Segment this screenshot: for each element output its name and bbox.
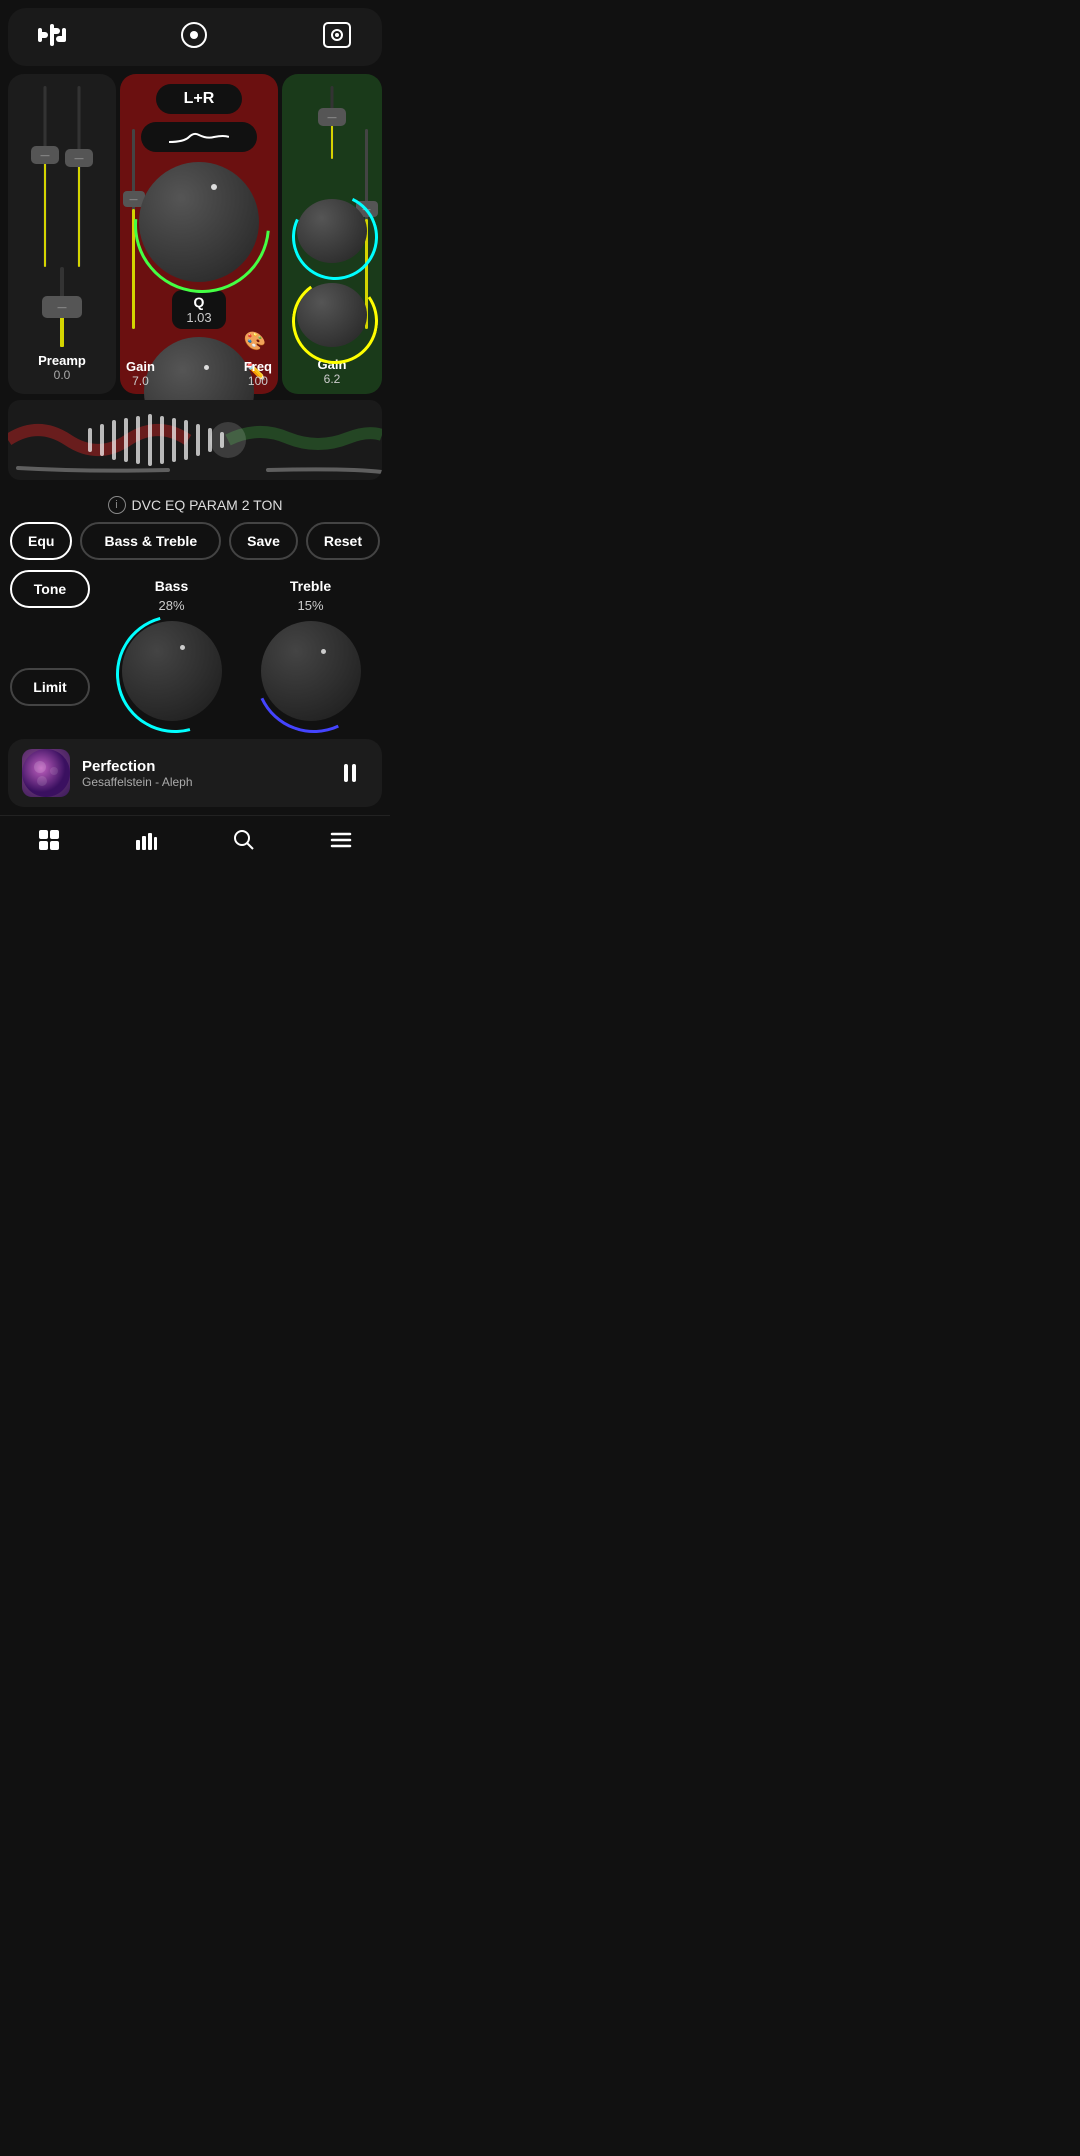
right-fader-main[interactable] [318,86,346,159]
right-eq-panel: Gain 6.2 [282,74,382,394]
eq-section: Preamp 0.0 L+R Q 1.03 [8,74,382,394]
treble-label: Treble [290,578,331,594]
now-playing: Perfection Gesaffelstein - Aleph [8,739,382,807]
q-label: Q [186,294,211,310]
tone-section: Tone Limit Bass 28% Treble 15% [0,570,390,731]
tone-knobs-row: Bass 28% Treble 15% [102,570,380,721]
button-row: Equ Bass & Treble Save Reset [0,522,390,570]
surround-icon[interactable] [322,21,352,54]
save-button[interactable]: Save [229,522,298,560]
right-knob-top[interactable] [297,199,367,263]
track-title: Perfection [82,758,320,775]
preamp-fader-left[interactable] [31,86,59,267]
mixer-icon[interactable] [38,24,66,51]
gain-value: 7.0 [126,374,155,388]
bass-treble-button[interactable]: Bass & Treble [80,522,221,560]
preamp-label: Preamp [38,353,86,368]
pause-button[interactable] [332,755,368,791]
preamp-value: 0.0 [38,368,86,382]
preamp-fader-right[interactable] [65,86,93,267]
center-eq-panel: L+R Q 1.03 🎨 ✏️ Gain [120,74,278,394]
bass-knob-dot [180,645,185,650]
q-value: 1.03 [186,310,211,325]
gain-knob[interactable] [139,162,259,282]
preset-name-text: DVC EQ PARAM 2 TON [132,497,283,513]
info-icon[interactable]: i [108,496,126,514]
side-buttons: Tone Limit [10,570,90,706]
album-art [22,749,70,797]
equ-button[interactable]: Equ [10,522,72,560]
gain-knob-container [139,162,259,282]
nav-menu[interactable] [329,828,353,852]
curve-button[interactable] [141,122,257,152]
track-artist: Gesaffelstein - Aleph [82,775,320,789]
pause-icon [344,764,356,782]
nav-grid[interactable] [37,828,61,852]
gain-knob-dot [211,184,217,190]
waveform-bar[interactable] [8,400,382,480]
track-info: Perfection Gesaffelstein - Aleph [82,758,320,789]
gain-label: Gain [126,359,155,374]
record-icon[interactable] [180,21,208,54]
waveform-canvas [8,400,382,480]
right-gain-value: 6.2 [318,372,347,386]
tone-button[interactable]: Tone [10,570,90,608]
nav-chart[interactable] [134,828,158,852]
treble-value: 15% [297,598,323,613]
reset-button[interactable]: Reset [306,522,380,560]
preamp-label-area: Preamp 0.0 [38,353,86,386]
q-badge: Q 1.03 [172,290,225,329]
nav-search[interactable] [232,828,256,852]
freq-label: Freq [244,359,272,374]
preamp-main-fader[interactable] [40,267,84,347]
gain-label-group: Gain 7.0 [126,359,155,388]
top-bar [8,8,382,66]
bottom-nav [0,815,390,868]
limit-button[interactable]: Limit [10,668,90,706]
bass-knob[interactable] [122,621,222,721]
bass-label: Bass [155,578,188,594]
bass-value: 28% [158,598,184,613]
right-knob-bottom[interactable] [297,283,367,347]
freq-label-group: Freq 100 [244,359,272,388]
preamp-panel: Preamp 0.0 [8,74,116,394]
paint-icon[interactable]: 🎨 [244,331,266,352]
center-bottom-labels: Gain 7.0 Freq 100 [126,359,272,388]
preamp-faders [31,86,93,267]
preset-name-row: i DVC EQ PARAM 2 TON [0,486,390,522]
treble-knob-dot [321,649,326,654]
lr-button[interactable]: L+R [156,84,243,114]
bass-knob-group: Bass 28% [122,578,222,721]
treble-knob[interactable] [261,621,361,721]
treble-knob-group: Treble 15% [261,578,361,721]
freq-value: 100 [244,374,272,388]
